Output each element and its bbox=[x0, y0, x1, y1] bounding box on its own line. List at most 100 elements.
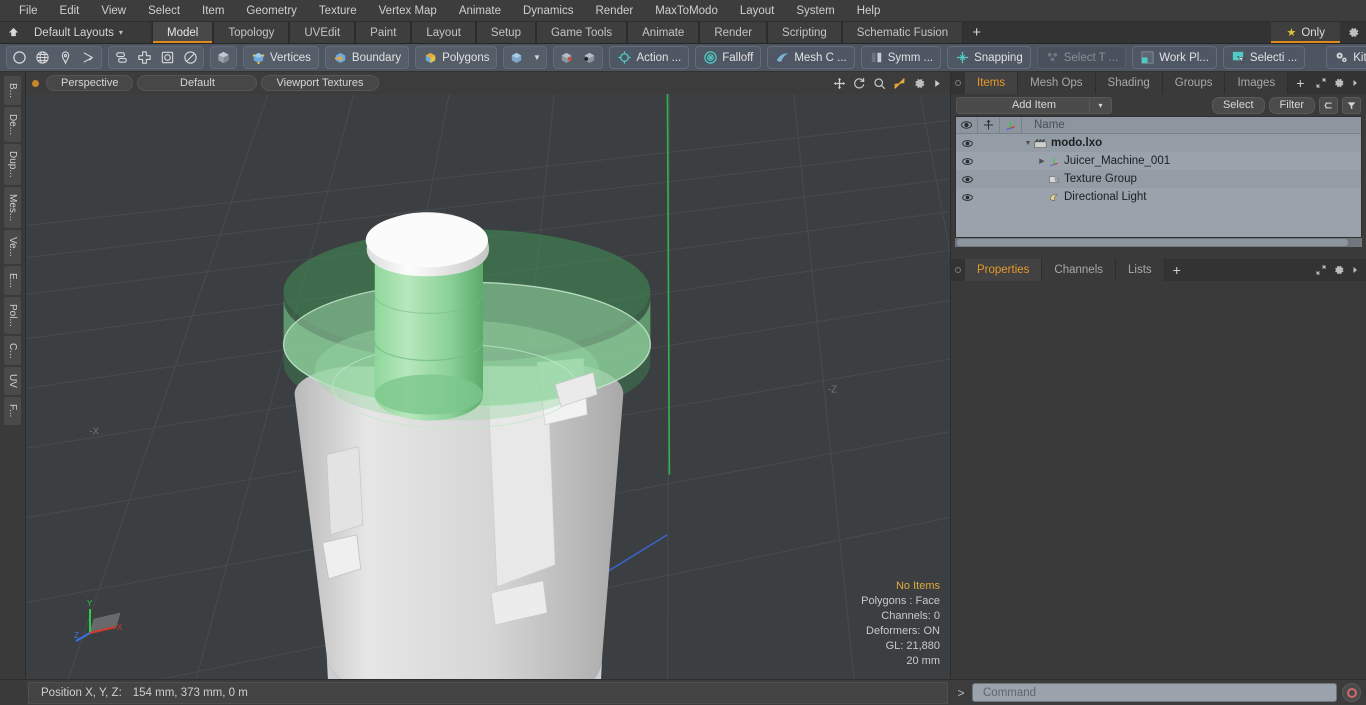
menu-item-maxtomodo[interactable]: MaxToModo bbox=[644, 0, 729, 22]
properties-arrow-icon[interactable] bbox=[1351, 264, 1359, 276]
viewport-textures-button[interactable]: Viewport Textures bbox=[261, 75, 379, 91]
menu-item-texture[interactable]: Texture bbox=[308, 0, 368, 22]
row-axis-cell[interactable] bbox=[1000, 170, 1022, 188]
row-lock-cell[interactable] bbox=[978, 170, 1000, 188]
selection-set-button[interactable]: Selecti ... bbox=[1222, 46, 1306, 69]
action-center-button[interactable]: Action ... bbox=[609, 46, 690, 69]
viewport-3d[interactable]: -X -Z No Items Polygons: Face Channels:… bbox=[26, 94, 950, 679]
row-lock-cell[interactable] bbox=[978, 188, 1000, 206]
frame-icon[interactable] bbox=[156, 47, 179, 68]
tab-model[interactable]: Model bbox=[152, 22, 214, 43]
gear-icon[interactable] bbox=[1340, 26, 1366, 39]
eye-icon[interactable] bbox=[956, 116, 978, 134]
zoom-icon[interactable] bbox=[873, 77, 886, 90]
tab-game-tools[interactable]: Game Tools bbox=[535, 22, 628, 43]
panel-tab-properties[interactable]: Properties bbox=[965, 259, 1043, 281]
add-item-button[interactable]: Add Item ▾ bbox=[956, 96, 1112, 114]
panel-gear-icon[interactable] bbox=[1333, 77, 1345, 89]
globe-icon[interactable] bbox=[31, 47, 54, 68]
row-visibility-eye-icon[interactable] bbox=[956, 152, 978, 170]
fit-icon[interactable] bbox=[893, 77, 906, 90]
stack-icon[interactable] bbox=[110, 47, 133, 68]
list-toggle-icon[interactable] bbox=[1319, 96, 1338, 114]
row-twisty-icon[interactable]: ▶ bbox=[1036, 157, 1048, 165]
viewport-style-button[interactable]: Default bbox=[137, 75, 258, 91]
vtab-edge[interactable]: E... bbox=[4, 266, 21, 296]
panel-add-tab-button[interactable]: + bbox=[1288, 72, 1313, 94]
tab-setup[interactable]: Setup bbox=[475, 22, 536, 43]
ellipse-icon[interactable] bbox=[179, 47, 202, 68]
cube-solid-icon[interactable] bbox=[212, 47, 235, 68]
vtab-curve[interactable]: C... bbox=[4, 335, 21, 366]
move-icon[interactable] bbox=[833, 77, 846, 90]
rotate-icon[interactable] bbox=[853, 77, 866, 90]
viewport-options-dot-icon[interactable] bbox=[32, 79, 39, 87]
menu-item-geometry[interactable]: Geometry bbox=[235, 0, 308, 22]
menu-item-edit[interactable]: Edit bbox=[49, 0, 91, 22]
menu-item-layout[interactable]: Layout bbox=[729, 0, 786, 22]
snap-cube-b-icon[interactable] bbox=[578, 47, 601, 68]
row-axis-cell[interactable] bbox=[1000, 152, 1022, 170]
table-row[interactable]: Directional Light bbox=[956, 188, 1361, 206]
menu-item-render[interactable]: Render bbox=[584, 0, 644, 22]
lock-pin-icon[interactable] bbox=[978, 116, 1000, 134]
tab-animate[interactable]: Animate bbox=[627, 22, 700, 43]
list-item[interactable]: Juicer_Machine_001 bbox=[1048, 155, 1170, 167]
tab-paint[interactable]: Paint bbox=[355, 22, 412, 43]
vtab-polygon[interactable]: Pol... bbox=[4, 297, 21, 334]
menu-item-dynamics[interactable]: Dynamics bbox=[512, 0, 584, 22]
home-up-icon[interactable] bbox=[0, 22, 26, 43]
falloff-button[interactable]: Falloff bbox=[695, 46, 762, 69]
row-twisty-icon[interactable]: ▼ bbox=[1022, 140, 1034, 147]
tab-topology[interactable]: Topology bbox=[213, 22, 290, 43]
menu-item-select[interactable]: Select bbox=[137, 0, 191, 22]
select-through-button[interactable]: Select T ... bbox=[1036, 46, 1127, 69]
vtab-duplicate[interactable]: Dup... bbox=[4, 144, 21, 185]
filter-funnel-icon[interactable] bbox=[1342, 96, 1361, 114]
list-item[interactable]: Directional Light bbox=[1048, 191, 1146, 203]
panel-tab-channels[interactable]: Channels bbox=[1042, 259, 1117, 281]
menu-item-vertex-map[interactable]: Vertex Map bbox=[368, 0, 448, 22]
axis-icon[interactable] bbox=[1000, 116, 1022, 134]
row-visibility-eye-icon[interactable] bbox=[956, 134, 978, 152]
tab-scripting[interactable]: Scripting bbox=[767, 22, 842, 43]
list-item[interactable]: modo.lxo bbox=[1034, 137, 1102, 149]
row-axis-cell[interactable] bbox=[1000, 134, 1022, 152]
menu-item-file[interactable]: File bbox=[8, 0, 49, 22]
panel-tab-images[interactable]: Images bbox=[1225, 72, 1289, 94]
only-button[interactable]: ★ Only bbox=[1271, 22, 1340, 43]
panel-tab-groups[interactable]: Groups bbox=[1162, 72, 1226, 94]
command-input[interactable]: Command bbox=[972, 683, 1337, 702]
kits-button[interactable]: Kits bbox=[1326, 46, 1366, 69]
properties-menu-dot-icon[interactable] bbox=[951, 259, 965, 281]
selection-mode-vertices-button[interactable]: Vertices bbox=[243, 46, 319, 69]
tab-schematic-fusion[interactable]: Schematic Fusion bbox=[841, 22, 964, 43]
symmetry-button[interactable]: Symm ... bbox=[860, 46, 942, 69]
layout-selector[interactable]: Default Layouts ▾ bbox=[26, 22, 150, 43]
row-axis-cell[interactable] bbox=[1000, 188, 1022, 206]
curve-icon[interactable] bbox=[77, 47, 100, 68]
tab-render[interactable]: Render bbox=[699, 22, 768, 43]
properties-gear-icon[interactable] bbox=[1333, 264, 1345, 276]
table-row[interactable]: Texture Group bbox=[956, 170, 1361, 188]
row-lock-cell[interactable] bbox=[978, 134, 1000, 152]
expand-icon[interactable] bbox=[1315, 77, 1327, 89]
vtab-vertex[interactable]: Ve... bbox=[4, 230, 21, 265]
filter-button[interactable]: Filter bbox=[1268, 96, 1315, 114]
panel-tab-lists[interactable]: Lists bbox=[1116, 259, 1165, 281]
pen-icon[interactable] bbox=[54, 47, 77, 68]
row-visibility-eye-icon[interactable] bbox=[956, 188, 978, 206]
menu-item-item[interactable]: Item bbox=[191, 0, 235, 22]
vtab-fusion[interactable]: F... bbox=[4, 397, 21, 425]
snapping-button[interactable]: Snapping bbox=[947, 46, 1031, 69]
table-row[interactable]: ▶ Juicer_Machine_001 bbox=[956, 152, 1361, 170]
menu-item-view[interactable]: View bbox=[90, 0, 137, 22]
properties-add-tab-button[interactable]: + bbox=[1164, 259, 1189, 281]
panel-menu-dot-icon[interactable] bbox=[951, 72, 965, 94]
table-row[interactable]: ▼ modo.lxo bbox=[956, 134, 1361, 152]
menu-item-animate[interactable]: Animate bbox=[448, 0, 512, 22]
menu-item-system[interactable]: System bbox=[785, 0, 845, 22]
panel-tab-items[interactable]: Items bbox=[965, 72, 1019, 94]
selection-mode-polygons-button[interactable]: Polygons bbox=[415, 46, 498, 69]
viewport-arrow-icon[interactable] bbox=[933, 78, 942, 89]
